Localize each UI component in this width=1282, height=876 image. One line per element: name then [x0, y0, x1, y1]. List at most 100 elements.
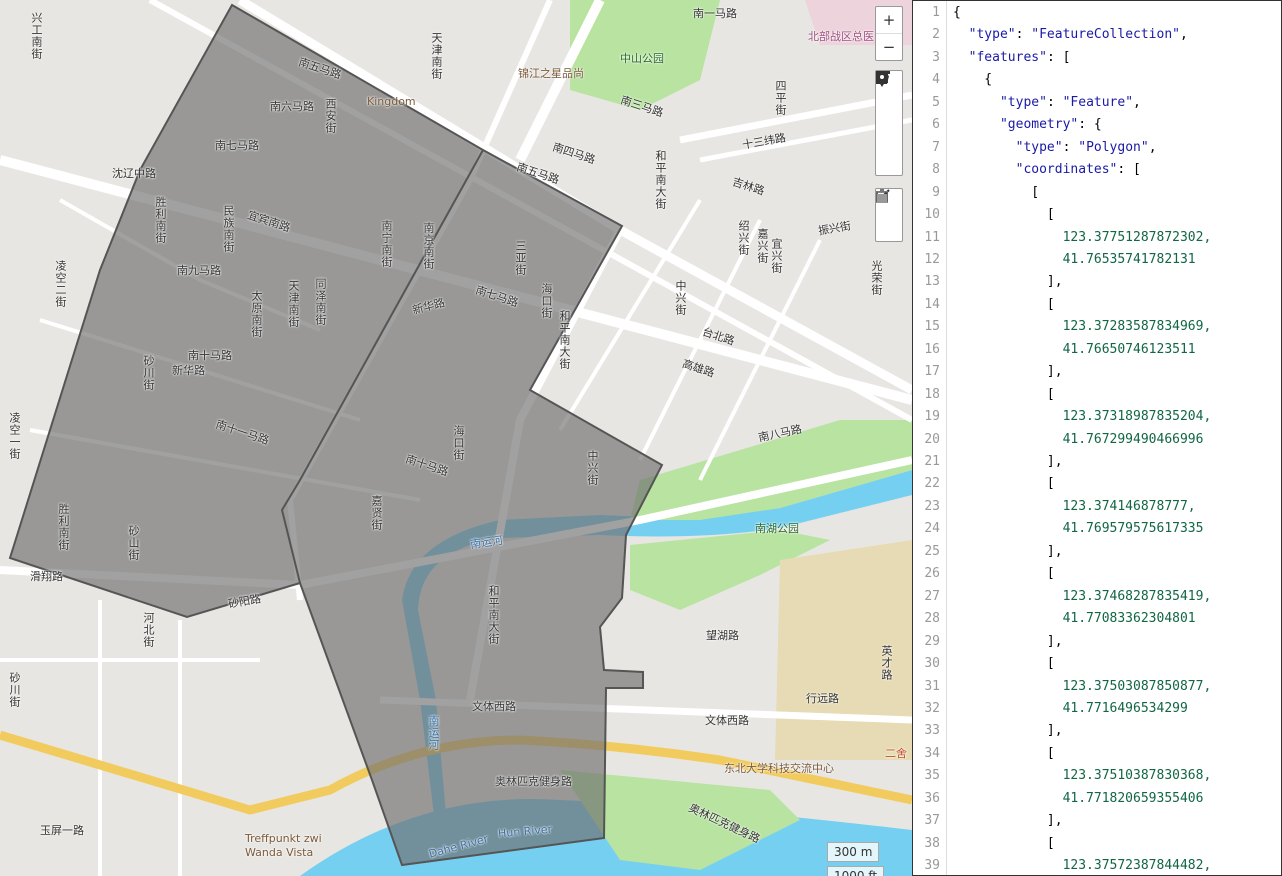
map-label: 太原南街 — [250, 290, 263, 338]
code-line: "type": "Polygon", — [1015, 139, 1157, 155]
line-number: 12 — [924, 251, 940, 267]
map-label: 南七马路 — [215, 139, 259, 152]
map-label: 兴工南街 — [30, 12, 43, 60]
map-label: 凌空一街 — [8, 412, 21, 460]
map-label: 天津南街 — [430, 32, 443, 80]
line-number: 36 — [924, 790, 940, 806]
map-label: 砂山街 — [127, 525, 140, 561]
line-number: 22 — [924, 476, 940, 492]
scale-metric: 300 m — [827, 842, 880, 862]
map-label: 南九马路 — [177, 264, 221, 277]
line-number: 28 — [924, 611, 940, 627]
line-number: 19 — [924, 409, 940, 425]
code-line: 41.77083362304801 — [953, 611, 1196, 627]
code-line: [ — [953, 566, 1055, 582]
line-number: 35 — [924, 768, 940, 784]
code-line: 123.37318987835204, — [953, 409, 1212, 425]
code-line: "features": [ — [968, 49, 1071, 65]
map-label: 文体西路 — [472, 700, 516, 713]
code-line: [ — [953, 656, 1055, 672]
code-line: ], — [953, 633, 1063, 649]
line-number: 3 — [932, 49, 940, 65]
code-line: [ — [953, 296, 1055, 312]
trash-icon[interactable] — [876, 189, 902, 241]
polygon-icon[interactable] — [876, 72, 902, 123]
map-label: 南京南街 — [422, 222, 435, 270]
map-label: 南运河 — [427, 715, 440, 751]
code-line: ], — [953, 364, 1063, 380]
map-label: 滑翔路 — [30, 570, 63, 583]
line-number: 34 — [924, 745, 940, 761]
map-label: 南湖公园 — [755, 522, 799, 535]
map-label: 河北街 — [142, 612, 155, 648]
code-line: "type": "Feature", — [999, 94, 1141, 110]
line-number: 33 — [924, 723, 940, 739]
line-number: 13 — [924, 274, 940, 290]
map-label: 南宁南街 — [380, 220, 393, 268]
draw-toolbar — [875, 70, 903, 176]
line-number: 29 — [924, 633, 940, 649]
code-line: ], — [953, 543, 1063, 559]
map-label: 奥林匹克健身路 — [495, 775, 572, 788]
line-number: 21 — [924, 454, 940, 469]
code-line: [ — [953, 207, 1055, 223]
code-line: { — [953, 5, 961, 20]
map-label: 望湖路 — [706, 629, 739, 642]
zoom-out-button[interactable]: − — [876, 33, 902, 60]
code-line: "coordinates": [ — [1015, 162, 1141, 178]
map-label: 锦江之星品尚 — [518, 67, 584, 80]
code-line: 41.771820659355406 — [953, 790, 1204, 806]
map-label: 砂川街 — [142, 355, 155, 391]
code-line: [ — [953, 386, 1055, 402]
line-number: 14 — [924, 296, 940, 312]
map-label: 民族南街 — [222, 205, 235, 253]
line-number: 6 — [932, 117, 940, 133]
code-line: ], — [953, 723, 1063, 739]
map-label: 东北大学科技交流中心 — [724, 762, 834, 775]
code-line: 41.76650746123511 — [953, 341, 1196, 357]
line-number: 32 — [924, 700, 940, 716]
zoom-in-button[interactable]: + — [876, 7, 902, 33]
map-label: 中山公园 — [620, 52, 664, 65]
line-number: 5 — [932, 94, 940, 110]
line-number: 24 — [924, 521, 940, 537]
line-number: 15 — [924, 319, 940, 335]
code-line: 123.37572387844482, — [953, 858, 1212, 874]
map-label: Kingdom — [367, 95, 416, 108]
map-label: 中兴街 — [586, 450, 599, 486]
marker-icon[interactable] — [876, 71, 902, 175]
code-line: 41.76535741782131 — [953, 251, 1196, 267]
line-number: 7 — [932, 139, 940, 155]
map-label: 中兴街 — [674, 280, 687, 316]
line-number: 8 — [932, 162, 940, 178]
scale-imperial: 1000 ft — [827, 866, 885, 876]
map-label: 光荣街 — [870, 260, 883, 296]
geojson-editor[interactable]: 1 2 3 4 5 6 7 8 9 10 11 12 13 14 15 16 17 18 19 20 21 22 23 24 2… — [912, 0, 1282, 876]
code-line: [ — [953, 835, 1055, 851]
line-number-gutter: 1 2 3 4 5 6 7 8 9 10 11 12 13 14 15 16 17 18 19 20 21 22 23 24 2… — [913, 1, 947, 875]
code-line: 41.769579575617335 — [953, 521, 1204, 537]
code-line: 123.374146878777, — [953, 498, 1196, 514]
code-line: 123.37468287835419, — [953, 588, 1212, 604]
map-label: 砂川街 — [8, 672, 21, 708]
code-line: 123.37503087850877, — [953, 678, 1212, 694]
map-label: 二舍 — [885, 747, 907, 760]
drawn-polygon[interactable] — [8, 3, 664, 867]
line-number: 37 — [924, 813, 940, 829]
map-label: 北部战区总医 — [808, 30, 874, 43]
map-view[interactable]: 南五马路 南六马路 南七马路 沈辽中路 胜利南街 民族南街 宜宾南路 南九马路 … — [0, 0, 912, 876]
map-label: 南一马路 — [693, 7, 737, 20]
map-label: Treffpunkt zwi Wanda Vista — [245, 832, 322, 859]
code-line: ], — [953, 454, 1063, 469]
line-number: 20 — [924, 431, 940, 447]
map-label: 行远路 — [806, 692, 839, 705]
rectangle-icon[interactable] — [876, 71, 902, 149]
code-line: "type": "FeatureCollection", — [968, 27, 1188, 43]
line-number: 23 — [924, 498, 940, 514]
code-line: 41.7716496534299 — [953, 700, 1188, 716]
line-number: 38 — [924, 835, 940, 851]
line-number: 1 — [932, 5, 940, 20]
line-number: 10 — [924, 207, 940, 223]
map-label: 凌空二街 — [54, 260, 67, 308]
line-number: 25 — [924, 543, 940, 559]
